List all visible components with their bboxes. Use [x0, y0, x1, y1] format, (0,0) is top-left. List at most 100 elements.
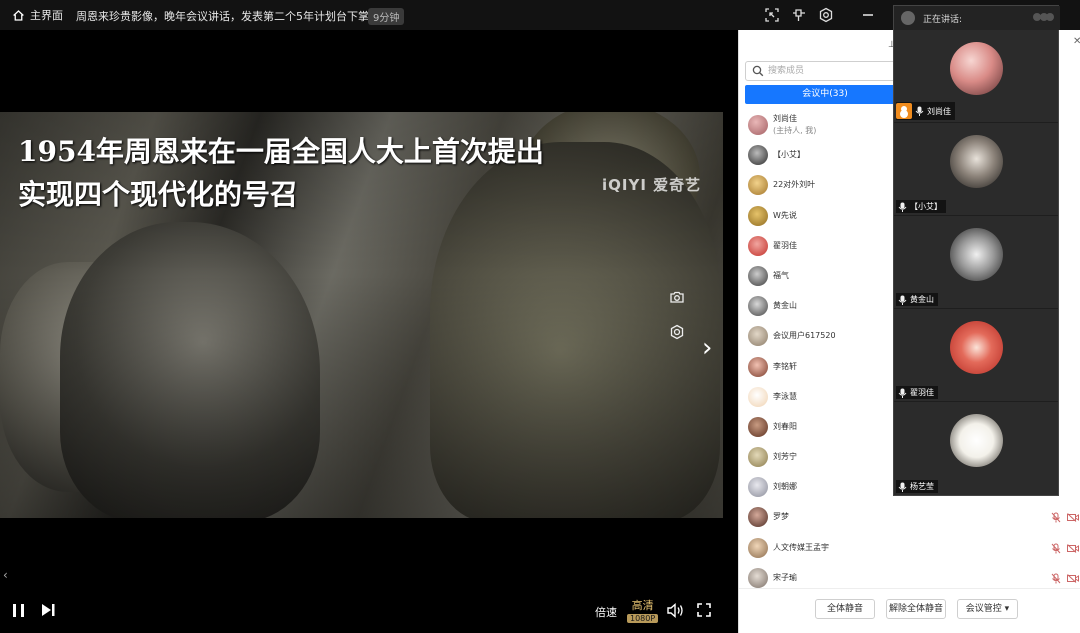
- pin-button[interactable]: [791, 7, 807, 23]
- next-icon: [42, 604, 55, 616]
- avatar: [950, 135, 1003, 188]
- member-name: W先说: [773, 210, 797, 220]
- speaker-tile[interactable]: 【小艾】: [894, 123, 1058, 216]
- avatar: [748, 205, 768, 226]
- signal-icon: [1033, 13, 1054, 21]
- mini-window-icon: [765, 8, 779, 22]
- avatar: [748, 537, 768, 558]
- avatar: [748, 567, 768, 588]
- chevron-left-icon[interactable]: ‹: [3, 568, 8, 582]
- avatar: [748, 296, 768, 317]
- avatar: [950, 228, 1003, 281]
- mic-off-icon[interactable]: [1051, 512, 1061, 523]
- mute-all-button[interactable]: 全体静音: [815, 599, 875, 619]
- video-player[interactable]: 1954年周恩来在一届全国人大上首次提出 实现四个现代化的号召 iQIYI 爱奇…: [0, 30, 723, 633]
- speed-button[interactable]: 倍速: [595, 604, 617, 620]
- avatar: [748, 416, 768, 437]
- chevron-right-icon[interactable]: ›: [702, 333, 712, 363]
- fullscreen-button[interactable]: [696, 602, 712, 618]
- member-name: 李铭轩: [773, 361, 797, 371]
- avatar: [748, 175, 768, 196]
- member-name: 福气: [773, 270, 789, 280]
- mic-icon: [915, 106, 924, 116]
- member-name: 会议用户617520: [773, 331, 836, 341]
- mic-icon: [898, 202, 907, 212]
- unmute-all-button[interactable]: 解除全体静音: [886, 599, 946, 619]
- search-input[interactable]: [768, 64, 898, 78]
- search-icon: [752, 65, 764, 77]
- speaker-name: 刘尚佳: [927, 106, 951, 116]
- tab-in-meeting[interactable]: 会议中(33): [745, 85, 905, 104]
- pin-icon: [793, 9, 805, 21]
- duration-badge: 9分钟: [368, 8, 405, 25]
- member-name: 刘春阳: [773, 421, 797, 431]
- member-row[interactable]: 人文传媒王孟宇: [739, 533, 1080, 563]
- speaker-tile[interactable]: 翟羽佳: [894, 309, 1058, 402]
- close-icon[interactable]: ✕: [1073, 36, 1080, 47]
- mic-icon: [898, 482, 907, 492]
- member-row[interactable]: 罗梦: [739, 502, 1080, 532]
- screenshot-button[interactable]: [669, 289, 685, 309]
- avatar: [748, 356, 768, 377]
- quality-label: 高清: [631, 599, 654, 612]
- pause-button[interactable]: [12, 602, 26, 618]
- member-name: 刘尚佳: [773, 114, 797, 123]
- speaker-name: 翟羽佳: [910, 388, 934, 397]
- host-icon: [896, 103, 912, 119]
- mic-off-icon[interactable]: [1051, 573, 1061, 584]
- member-search[interactable]: [745, 61, 905, 81]
- avatar: [748, 265, 768, 286]
- speaker-tile[interactable]: 黄金山: [894, 216, 1058, 309]
- member-name: 22对外刘叶: [773, 180, 816, 190]
- hexagon-icon: [670, 324, 684, 340]
- member-name: 罗梦: [773, 512, 789, 522]
- speaking-overlay: 正在讲话: 刘尚佳 【小艾】 黄金山 翟羽佳 杨艺莹: [893, 5, 1060, 496]
- avatar: [748, 145, 768, 166]
- member-name: 【小艾】: [773, 150, 805, 160]
- mic-icon: [898, 388, 907, 398]
- member-name: 翟羽佳: [773, 240, 797, 250]
- speaker-tile[interactable]: 杨艺莹: [894, 402, 1058, 495]
- speaker-name: 【小艾】: [910, 202, 942, 211]
- meeting-control-button[interactable]: 会议管控 ▾: [957, 599, 1018, 619]
- camera-off-icon[interactable]: [1067, 513, 1079, 523]
- speaking-label: 正在讲话:: [923, 15, 963, 25]
- mic-off-icon[interactable]: [1051, 543, 1061, 554]
- avatar: [748, 326, 768, 347]
- avatar: [901, 11, 915, 25]
- avatar: [748, 477, 768, 498]
- avatar: [748, 235, 768, 256]
- video-title: 周恩来珍贵影像，晚年会议讲话，发表第二个5年计划台下掌声一片: [76, 10, 402, 23]
- minimize-icon: [863, 14, 873, 16]
- quality-resolution: 1080P: [627, 614, 659, 623]
- member-name: 刘朝娜: [773, 482, 797, 492]
- home-label: 主界面: [30, 9, 63, 22]
- home-button[interactable]: 主界面: [12, 7, 63, 23]
- avatar: [748, 115, 768, 135]
- camera-off-icon[interactable]: [1067, 543, 1079, 553]
- ai-button[interactable]: [669, 324, 685, 344]
- next-button[interactable]: [40, 602, 56, 618]
- player-controls: 倍速 高清 1080P: [0, 590, 723, 633]
- member-role: (主持人, 我): [773, 126, 817, 135]
- gear-icon: [819, 7, 833, 23]
- minimize-button[interactable]: [860, 7, 876, 23]
- member-name: 人文传媒王孟宇: [773, 542, 829, 552]
- fullscreen-icon: [697, 603, 711, 617]
- volume-button[interactable]: [666, 602, 684, 619]
- quality-button[interactable]: 高清 1080P: [627, 597, 659, 623]
- speaker-name: 杨艺莹: [910, 482, 934, 491]
- member-name: 刘芳宁: [773, 452, 797, 462]
- avatar: [748, 447, 768, 468]
- member-name: 黄金山: [773, 301, 797, 311]
- video-caption: 1954年周恩来在一届全国人大上首次提出 实现四个现代化的号召: [18, 130, 544, 216]
- avatar: [950, 42, 1003, 95]
- mini-window-button[interactable]: [764, 7, 780, 23]
- volume-icon: [667, 602, 683, 619]
- settings-button[interactable]: [818, 7, 834, 23]
- home-icon: [13, 9, 24, 21]
- panel-footer: 全体静音 解除全体静音 会议管控 ▾: [739, 588, 1080, 633]
- caption-line-2: 实现四个现代化的号召: [18, 178, 299, 211]
- camera-off-icon[interactable]: [1067, 573, 1079, 583]
- speaker-tile[interactable]: 刘尚佳: [894, 30, 1058, 123]
